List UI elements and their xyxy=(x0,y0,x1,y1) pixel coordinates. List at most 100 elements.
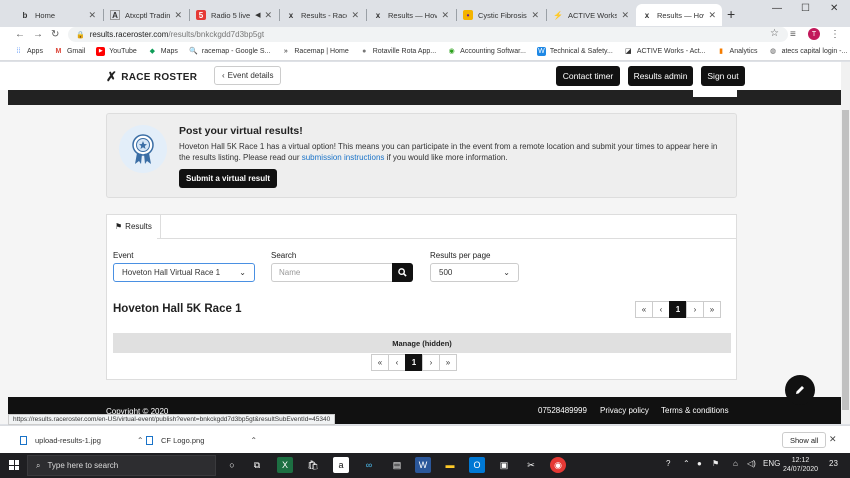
store-icon[interactable]: 🛍 xyxy=(305,457,321,473)
next-page-button[interactable]: › xyxy=(686,301,704,318)
outlook-icon[interactable]: O xyxy=(469,457,485,473)
tray-app-icon[interactable]: ● xyxy=(697,459,702,468)
tab-cystic-fibrosis[interactable]: • Cystic Fibrosis Tru ✕ xyxy=(457,4,545,26)
close-icon[interactable]: ✕ xyxy=(708,10,716,21)
last-page-button[interactable]: » xyxy=(439,354,457,371)
bookmark-star-icon[interactable]: ☆ xyxy=(770,28,779,39)
site-header: ✗ RACE ROSTER ‹ Event details Contact ti… xyxy=(0,62,841,90)
race-roster-logo[interactable]: ✗ RACE ROSTER xyxy=(106,69,197,85)
bookmark-technical-safety[interactable]: W Technical & Safety... xyxy=(536,46,613,56)
word-icon[interactable]: W xyxy=(415,457,431,473)
bookmark-apps[interactable]: ⁞⁞ Apps xyxy=(14,47,43,56)
help-icon[interactable]: ? xyxy=(666,459,670,468)
new-tab-button[interactable]: + xyxy=(727,6,735,22)
page-1-button[interactable]: 1 xyxy=(405,354,423,371)
bookmark-gmail[interactable]: M Gmail xyxy=(54,47,86,56)
submission-instructions-link[interactable]: submission instructions xyxy=(302,153,385,162)
tab-results[interactable]: ⚑ Results xyxy=(106,214,161,238)
file-explorer-icon[interactable]: ▬ xyxy=(442,457,458,473)
network-icon[interactable]: ⌂ xyxy=(733,459,738,468)
excel-icon[interactable]: X xyxy=(277,457,293,473)
page-1-button[interactable]: 1 xyxy=(669,301,687,318)
amazon-icon[interactable]: a xyxy=(333,457,349,473)
next-page-button[interactable]: › xyxy=(422,354,440,371)
close-icon[interactable]: ✕ xyxy=(174,10,182,21)
download-item[interactable]: CF Logo.png ⌃ xyxy=(146,426,257,454)
tab-home[interactable]: b Home ✕ xyxy=(14,4,102,26)
people-icon[interactable]: ∞ xyxy=(361,457,377,473)
language-indicator[interactable]: ENG xyxy=(763,459,780,468)
chrome-icon[interactable]: ◉ xyxy=(550,457,566,473)
event-details-button[interactable]: ‹ Event details xyxy=(214,66,282,85)
prev-page-button[interactable]: ‹ xyxy=(652,301,670,318)
windows-start-icon[interactable] xyxy=(9,460,19,470)
close-icon[interactable]: ✕ xyxy=(829,434,837,445)
terms-link[interactable]: Terms & conditions xyxy=(661,406,729,415)
tab-results-race-roster[interactable]: x Results - Race Ro ✕ xyxy=(280,4,365,26)
bookmark-analytics[interactable]: ▮ Analytics xyxy=(717,47,757,56)
file-manager-icon[interactable]: ▤ xyxy=(389,457,405,473)
bookmark-active-works[interactable]: ◪ ACTIVE Works - Act... xyxy=(624,47,706,56)
page-scrollbar[interactable] xyxy=(841,62,850,424)
tab-results-hoveton[interactable]: x Results — Hovet ✕ xyxy=(367,4,455,26)
tab-results-hoveton-active[interactable]: x Results — Hovet ✕ xyxy=(636,4,722,26)
scrollbar-thumb[interactable] xyxy=(842,110,849,410)
taskbar-clock[interactable]: 12:12 24/07/2020 xyxy=(783,456,818,474)
tab-atxcptl[interactable]: A Atxcptl Trading Pl ✕ xyxy=(104,4,188,26)
download-item[interactable]: upload-results-1.jpg ⌃ xyxy=(20,426,144,454)
show-all-downloads-button[interactable]: Show all xyxy=(782,432,827,448)
bookmark-racemap-home[interactable]: » Racemap | Home xyxy=(281,47,349,56)
forward-icon[interactable]: → xyxy=(33,27,43,42)
results-admin-button[interactable]: Results admin xyxy=(628,66,693,86)
back-icon[interactable]: ← xyxy=(15,27,25,42)
snip-tool-icon[interactable]: ✂ xyxy=(523,457,539,473)
results-per-page-select[interactable]: 500 ⌄ xyxy=(430,263,519,282)
menu-kebab-icon[interactable]: ⋮ xyxy=(830,27,840,42)
prev-page-button[interactable]: ‹ xyxy=(388,354,406,371)
close-icon[interactable]: ✕ xyxy=(351,10,359,21)
address-bar[interactable]: 🔒 results.raceroster.com /results/bnkckg… xyxy=(68,27,788,42)
photos-icon[interactable]: ▣ xyxy=(496,457,512,473)
first-page-button[interactable]: « xyxy=(635,301,653,318)
footer-phone-link[interactable]: 07528489999 xyxy=(538,406,587,415)
close-icon[interactable]: ✕ xyxy=(264,10,272,21)
tray-flag-icon[interactable]: ⚑ xyxy=(712,459,719,468)
privacy-policy-link[interactable]: Privacy policy xyxy=(600,406,649,415)
bookmark-youtube[interactable]: ▶ YouTube xyxy=(96,46,137,56)
profile-avatar[interactable]: T xyxy=(808,28,820,40)
close-icon[interactable]: ✕ xyxy=(441,10,449,21)
edit-fab-button[interactable] xyxy=(785,375,815,405)
event-select[interactable]: Hoveton Hall Virtual Race 1 ⌄ xyxy=(113,263,255,282)
tab-active-works[interactable]: ⚡ ACTIVE Works ✕ xyxy=(547,4,635,26)
reload-icon[interactable]: ↻ xyxy=(51,27,59,42)
bookmark-rotaville[interactable]: ● Rotaville Rota App... xyxy=(360,47,436,56)
cortana-icon[interactable]: ○ xyxy=(224,457,240,473)
volume-icon[interactable]: ◁) xyxy=(747,459,756,468)
tab-radio5[interactable]: 5 Radio 5 live ◀ ✕ xyxy=(190,4,278,26)
maximize-icon[interactable]: ☐ xyxy=(801,3,810,14)
speaker-icon[interactable]: ◀ xyxy=(255,11,260,19)
first-page-button[interactable]: « xyxy=(371,354,389,371)
reading-list-icon[interactable]: ≡ xyxy=(790,27,796,42)
bookmark-maps[interactable]: ◆ Maps xyxy=(148,47,178,56)
chevron-up-icon[interactable]: ⌃ xyxy=(137,436,144,445)
tray-chevron-up-icon[interactable]: ⌃ xyxy=(683,459,690,468)
name-search-input[interactable]: Name xyxy=(271,263,392,282)
notifications-icon[interactable]: 23 xyxy=(829,459,838,468)
chevron-up-icon[interactable]: ⌃ xyxy=(250,436,257,445)
sign-out-button[interactable]: Sign out xyxy=(701,66,745,86)
last-page-button[interactable]: » xyxy=(703,301,721,318)
close-icon[interactable]: ✕ xyxy=(621,10,629,21)
taskbar-search-input[interactable]: ⌕ Type here to search xyxy=(27,455,216,476)
search-button[interactable] xyxy=(392,263,413,282)
bookmark-racemap-google[interactable]: 🔍 racemap - Google S... xyxy=(189,47,270,56)
window-close-icon[interactable]: ✕ xyxy=(830,3,838,14)
close-icon[interactable]: ✕ xyxy=(88,10,96,21)
task-view-icon[interactable]: ⧉ xyxy=(249,457,265,473)
bookmark-atecs[interactable]: ◍ atecs capital login -... xyxy=(769,47,847,56)
close-icon[interactable]: ✕ xyxy=(531,10,539,21)
submit-virtual-result-button[interactable]: Submit a virtual result xyxy=(179,169,278,188)
bookmark-accounting[interactable]: ◉ Accounting Softwar... xyxy=(447,47,526,56)
contact-timer-button[interactable]: Contact timer xyxy=(556,66,620,86)
minimize-icon[interactable]: — xyxy=(772,3,782,14)
